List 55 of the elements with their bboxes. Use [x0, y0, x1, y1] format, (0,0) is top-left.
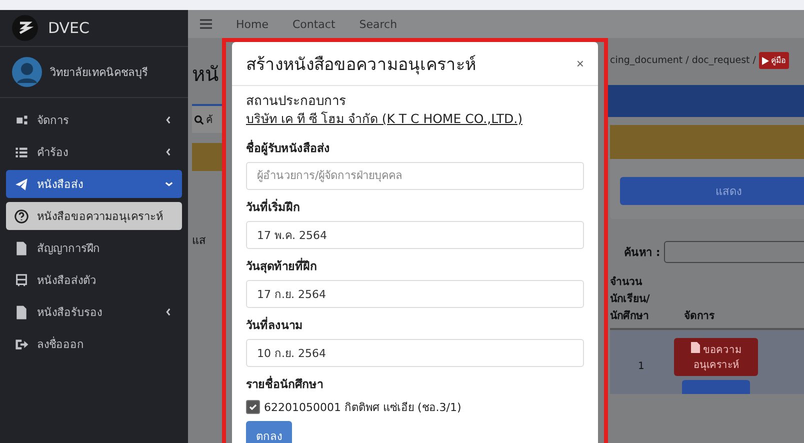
search-tab[interactable]: ค้ [192, 104, 222, 133]
search-icon [194, 114, 204, 124]
menu-icon [14, 240, 29, 256]
company-line: สถานประกอบการ บริษัท เค ที ซี โฮม จำกัด (K T C HOME CO.,LTD.) [246, 94, 524, 128]
entries-label: แส [192, 233, 207, 249]
input-field[interactable]: 17 พ.ค. 2564 [246, 220, 584, 249]
field-label: วันที่ลงนาม [246, 316, 304, 334]
table-cell: 1 [638, 360, 644, 372]
checkbox[interactable] [246, 400, 260, 414]
column-header[interactable]: จำนวน นักเรียน/ นักศึกษา [610, 273, 670, 324]
field-label: รายชื่อนักศึกษา [246, 374, 324, 393]
pdf-icon [690, 342, 700, 353]
field-label: วันที่เริ่มฝึก [246, 198, 301, 216]
input-field[interactable]: 17 ก.ย. 2564 [246, 280, 584, 308]
request-button[interactable]: ขอความ อนุเคราะห์ [674, 338, 758, 376]
check-icon [248, 402, 258, 412]
column-header[interactable]: จัดการ [684, 307, 715, 324]
sidebar-subitem[interactable]: หนังสือส่งตัว [6, 266, 182, 294]
student-label: 62201050001 กิตติพศ แซ่เอีย (ชอ.3/1) [264, 400, 462, 416]
sidebar-subitem[interactable]: สัญญาการฝึก [6, 234, 182, 262]
menu-icon [14, 112, 29, 128]
submit-button[interactable]: ตกลง [246, 420, 292, 443]
menu-icon [14, 336, 29, 352]
input-field[interactable]: 10 ก.ย. 2564 [246, 338, 584, 367]
menu-icon [14, 144, 29, 160]
page-title: หนั [192, 61, 220, 88]
company-link[interactable]: บริษัท เค ที ซี โฮม จำกัด (K T C HOME CO.,LTD.) [246, 110, 522, 126]
field-label: ชื่อผู้รับหนังสือส่ง [246, 138, 331, 157]
sidebar-item[interactable]: ลงชื่อออก [6, 330, 182, 358]
sidebar-subitem[interactable]: หนังสือขอความอนุเคราะห์ [6, 202, 182, 230]
menu-icon [14, 272, 29, 288]
menu-icon[interactable] [200, 19, 212, 29]
nav-link[interactable]: Home [236, 18, 268, 30]
modal-title: สร้างหนังสือขอความอนุเคราะห์ [246, 54, 476, 77]
input-field[interactable]: ผู้อำนวยการ/ผู้จัดการฝ่ายบุคคล [246, 162, 584, 190]
menu-icon [14, 304, 29, 320]
manual-badge[interactable]: คู่มือ [758, 52, 789, 69]
user-name: วิทยาลัยเทคนิคชลบุรี [50, 65, 148, 81]
card-header [192, 143, 222, 171]
field-label: วันสุดท้ายที่ฝึก [246, 256, 318, 275]
logo-icon [12, 15, 38, 41]
nav-link[interactable]: Contact [292, 18, 336, 30]
breadcrumb: cing_document / doc_request / [610, 55, 756, 66]
sidebar-item[interactable]: จัดการ [6, 106, 182, 134]
search-field[interactable] [664, 241, 804, 263]
brand-name: DVEC [48, 19, 90, 37]
menu-icon [14, 208, 29, 224]
menu-icon [14, 176, 29, 192]
sidebar-item[interactable]: หนังสือรับรอง [6, 298, 182, 326]
nav-link[interactable]: Search [359, 18, 398, 30]
avatar-icon [12, 57, 42, 87]
sidebar-item[interactable]: หนังสือส่ง [6, 170, 182, 198]
search-label: ค้นหา : [624, 245, 660, 261]
sidebar-item[interactable]: คำร้อง [6, 138, 182, 166]
close-button[interactable]: × [576, 56, 584, 71]
